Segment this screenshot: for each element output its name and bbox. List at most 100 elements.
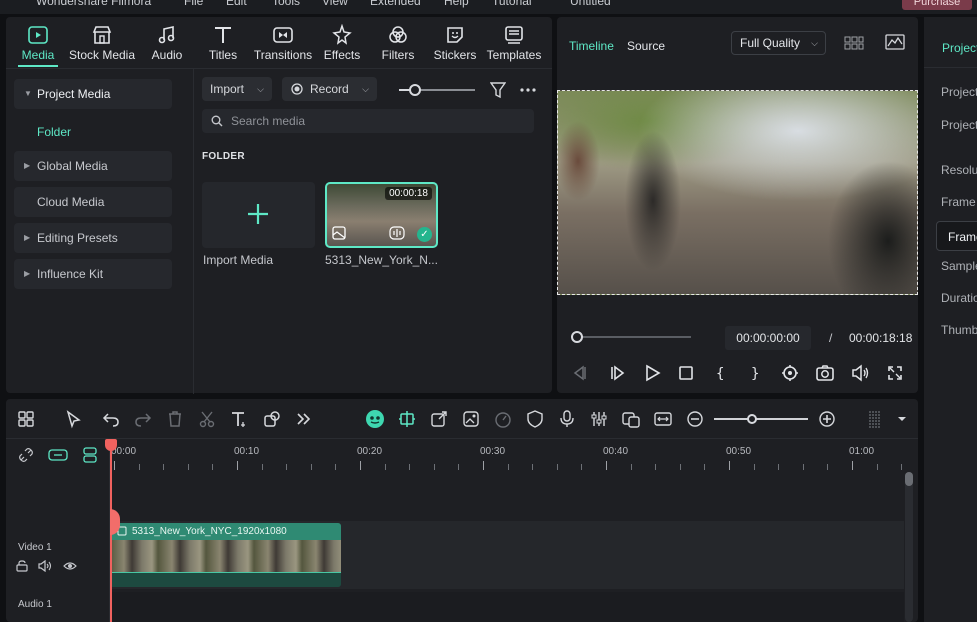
zoom-slider[interactable] [714, 418, 808, 420]
image-tool-icon[interactable] [461, 409, 481, 429]
current-time[interactable]: 00:00:00:00 [725, 326, 811, 350]
video-preview[interactable] [557, 90, 918, 295]
sidebar-item-influence-kit[interactable]: ▶ Influence Kit [14, 259, 172, 289]
media-tabs: Media Stock Media Audio Titles Transitio… [6, 17, 552, 67]
text-tool-icon[interactable] [229, 409, 249, 429]
mark-out-icon[interactable]: } [745, 363, 765, 383]
render-settings-icon[interactable] [780, 363, 800, 383]
time-ruler[interactable]: 00:00 00:10 00:20 00:30 00:40 00:50 01:00 [110, 440, 918, 472]
frame-dropdown[interactable]: Frame [936, 221, 977, 251]
sidebar-item-global-media[interactable]: ▶ Global Media [14, 151, 172, 181]
import-media-tile[interactable] [202, 182, 315, 248]
tab-stickers[interactable]: Stickers [432, 17, 478, 67]
title-bar: Wondershare Filmora File Edit Tools View… [0, 0, 977, 14]
playhead-handle[interactable] [105, 439, 117, 451]
track-layout-icon[interactable] [865, 409, 885, 429]
time-separator: / [829, 331, 833, 345]
undo-icon[interactable] [101, 409, 121, 429]
purchase-button[interactable]: Purchase [902, 0, 972, 10]
replace-icon[interactable] [621, 409, 641, 429]
tab-source[interactable]: Source [627, 39, 665, 53]
export-frame-icon[interactable] [429, 409, 449, 429]
zoom-slider-handle[interactable] [747, 414, 757, 424]
menu-edit[interactable]: Edit [226, 0, 247, 8]
lock-icon[interactable] [16, 560, 28, 572]
menu-extended[interactable]: Extended [370, 0, 421, 8]
audio-mixer-icon[interactable] [589, 409, 609, 429]
stop-icon[interactable] [676, 363, 696, 383]
layout-icon[interactable] [16, 409, 36, 429]
zoom-in-icon[interactable] [817, 409, 837, 429]
snapshot-icon[interactable] [815, 363, 835, 383]
track-volume-icon[interactable] [38, 560, 52, 572]
grid-view-icon[interactable] [844, 36, 864, 50]
eye-icon[interactable] [63, 560, 77, 572]
more-options-icon[interactable] [519, 87, 537, 93]
tab-project[interactable]: Project [942, 41, 977, 55]
tab-audio[interactable]: Audio [145, 17, 189, 67]
delete-icon[interactable] [165, 409, 185, 429]
media-icon [28, 26, 48, 44]
more-tools-icon[interactable] [294, 409, 314, 429]
search-media-input[interactable]: Search media [202, 109, 534, 133]
sidebar-item-folder[interactable]: Folder [37, 125, 71, 139]
fullscreen-icon[interactable] [885, 363, 905, 383]
mark-in-icon[interactable]: { [710, 363, 730, 383]
scrollbar-thumb[interactable] [905, 472, 913, 486]
total-time: 00:00:18:18 [849, 331, 913, 345]
timeline-vertical-scrollbar[interactable] [905, 472, 913, 622]
split-icon[interactable] [197, 409, 217, 429]
record-dropdown[interactable]: Record ⌵ [282, 77, 377, 101]
speed-icon[interactable] [493, 409, 513, 429]
ruler-label: 00:20 [357, 446, 383, 457]
menu-view[interactable]: View [322, 0, 348, 8]
previous-frame-icon[interactable] [570, 363, 590, 383]
filter-icon[interactable] [490, 81, 506, 99]
tab-timeline[interactable]: Timeline [569, 39, 614, 53]
chevron-down-icon: ⌵ [811, 38, 818, 48]
prop-duration-label: Duration [941, 291, 977, 305]
tab-titles[interactable]: Titles [201, 17, 245, 67]
tab-templates[interactable]: Templates [485, 17, 543, 67]
tab-effects[interactable]: Effects [320, 17, 364, 67]
tab-transitions[interactable]: Transitions [252, 17, 314, 67]
filters-icon [389, 26, 407, 43]
zoom-out-icon[interactable] [685, 409, 705, 429]
magnet-snap-icon[interactable] [82, 446, 98, 464]
thumbnail-size-slider[interactable] [397, 83, 477, 97]
audio-track-1[interactable] [110, 592, 904, 622]
auto-ripple-icon[interactable] [397, 409, 417, 429]
link-track-icon[interactable] [48, 447, 68, 463]
play-icon[interactable] [642, 363, 662, 383]
import-dropdown[interactable]: Import ⌵ [202, 77, 272, 101]
tab-filters[interactable]: Filters [376, 17, 420, 67]
crop-tool-icon[interactable] [262, 409, 282, 429]
tab-stock-media[interactable]: Stock Media [66, 17, 138, 67]
menu-help[interactable]: Help [444, 0, 469, 8]
caret-down-icon[interactable] [892, 409, 912, 429]
redo-icon[interactable] [133, 409, 153, 429]
timeline-video-clip[interactable]: 5313_New_York_NYC_1920x1080 [110, 523, 341, 587]
sidebar-item-editing-presets[interactable]: ▶ Editing Presets [14, 223, 172, 253]
sidebar-item-project-media[interactable]: ▼ Project Media [14, 79, 172, 109]
ai-copilot-icon[interactable] [365, 409, 385, 429]
tab-media[interactable]: Media [16, 17, 60, 67]
folder-heading: FOLDER [202, 151, 245, 162]
microphone-icon[interactable] [557, 409, 577, 429]
select-tool-icon[interactable] [64, 409, 84, 429]
fit-timeline-icon[interactable] [653, 409, 673, 429]
menu-tools[interactable]: Tools [272, 0, 300, 8]
timeline-toolbar [6, 399, 918, 439]
media-clip-thumbnail[interactable]: 00:00:18 ✓ [325, 182, 438, 248]
sidebar-item-cloud-media[interactable]: Cloud Media [14, 187, 172, 217]
volume-icon[interactable] [850, 363, 870, 383]
menu-file[interactable]: File [184, 0, 203, 8]
shield-icon[interactable] [525, 409, 545, 429]
next-frame-icon[interactable] [607, 363, 627, 383]
scrubber-handle[interactable] [571, 331, 583, 343]
unlink-icon[interactable] [18, 447, 34, 463]
quality-dropdown[interactable]: Full Quality ⌵ [731, 31, 826, 55]
scopes-icon[interactable] [885, 34, 905, 50]
playback-scrubber[interactable] [577, 336, 691, 338]
menu-tutorial[interactable]: Tutorial [492, 0, 532, 8]
